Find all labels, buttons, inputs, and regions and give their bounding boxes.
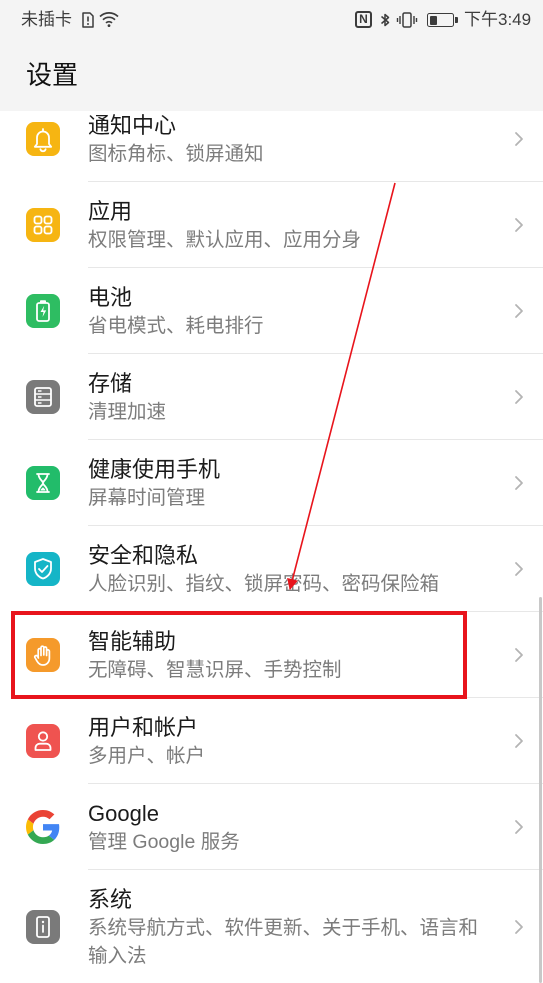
settings-item-apps[interactable]: 应用 权限管理、默认应用、应用分身 (0, 182, 543, 268)
chevron-right-icon (514, 647, 524, 663)
annotation-highlight-box (11, 611, 467, 699)
battery-status-icon (427, 13, 454, 27)
clock: 下午3:49 (464, 10, 532, 29)
item-title: 存储 (88, 371, 133, 396)
bell-icon (26, 122, 60, 156)
settings-item-users-accounts[interactable]: 用户和帐户 多用户、帐户 (0, 698, 543, 784)
chevron-right-icon (514, 561, 524, 577)
battery-icon (26, 294, 60, 328)
settings-item-security-privacy[interactable]: 安全和隐私 人脸识别、指纹、锁屏密码、密码保险箱 (0, 526, 543, 612)
person-icon (26, 724, 60, 758)
settings-item-digital-balance[interactable]: 健康使用手机 屏幕时间管理 (0, 440, 543, 526)
storage-icon (26, 380, 60, 414)
item-subtitle: 清理加速 (88, 401, 167, 423)
settings-item-system[interactable]: 系统 系统导航方式、软件更新、关于手机、语言和输入法 (0, 870, 543, 983)
item-title: 健康使用手机 (88, 457, 221, 482)
nfc-icon: N (355, 11, 372, 28)
item-title: 电池 (88, 285, 133, 310)
page-title: 设置 (26, 60, 79, 90)
sim-icon (82, 12, 94, 28)
chevron-right-icon (514, 131, 524, 147)
item-subtitle: 省电模式、耗电排行 (88, 315, 264, 337)
battery-terminal (455, 17, 458, 23)
settings-item-battery[interactable]: 电池 省电模式、耗电排行 (0, 268, 543, 354)
status-bar: 未插卡 N 下午3:49 (0, 0, 543, 40)
vibrate-icon (396, 12, 418, 28)
item-subtitle: 人脸识别、指纹、锁屏密码、密码保险箱 (88, 573, 440, 595)
wifi-icon (99, 12, 119, 27)
top-bar: 未插卡 N 下午3:49 设置 (0, 0, 543, 111)
apps-grid-icon (26, 208, 60, 242)
chevron-right-icon (514, 475, 524, 491)
chevron-right-icon (514, 389, 524, 405)
item-title: 安全和隐私 (88, 543, 199, 568)
carrier-status: 未插卡 (21, 10, 72, 29)
google-icon (26, 810, 60, 844)
chevron-right-icon (514, 819, 524, 835)
bluetooth-icon (381, 13, 390, 27)
item-subtitle: 权限管理、默认应用、应用分身 (88, 229, 362, 251)
settings-item-google[interactable]: Google 管理 Google 服务 (0, 784, 543, 870)
system-info-icon (26, 909, 60, 944)
chevron-right-icon (514, 733, 524, 749)
item-subtitle: 屏幕时间管理 (88, 487, 206, 509)
settings-item-storage[interactable]: 存储 清理加速 (0, 354, 543, 440)
item-subtitle: 系统导航方式、软件更新、关于手机、语言和输入法 (88, 917, 479, 967)
item-subtitle: 管理 Google 服务 (88, 831, 240, 853)
item-title: 用户和帐户 (88, 715, 199, 740)
settings-list: 通知中心 图标角标、锁屏通知 应用 权限管理、默认应用、应用分身 电池 省电模式… (0, 96, 543, 983)
chevron-right-icon (514, 303, 524, 319)
chevron-right-icon (514, 919, 524, 935)
battery-level-fill (429, 15, 438, 25)
hourglass-icon (26, 466, 60, 500)
item-title: Google (88, 801, 159, 826)
scrollbar[interactable] (539, 597, 542, 983)
shield-check-icon (26, 552, 60, 586)
chevron-right-icon (514, 217, 524, 233)
item-title: 通知中心 (88, 113, 177, 138)
item-title: 应用 (88, 199, 133, 224)
item-subtitle: 多用户、帐户 (88, 745, 206, 767)
item-title: 系统 (88, 887, 133, 912)
item-subtitle: 图标角标、锁屏通知 (88, 143, 264, 165)
